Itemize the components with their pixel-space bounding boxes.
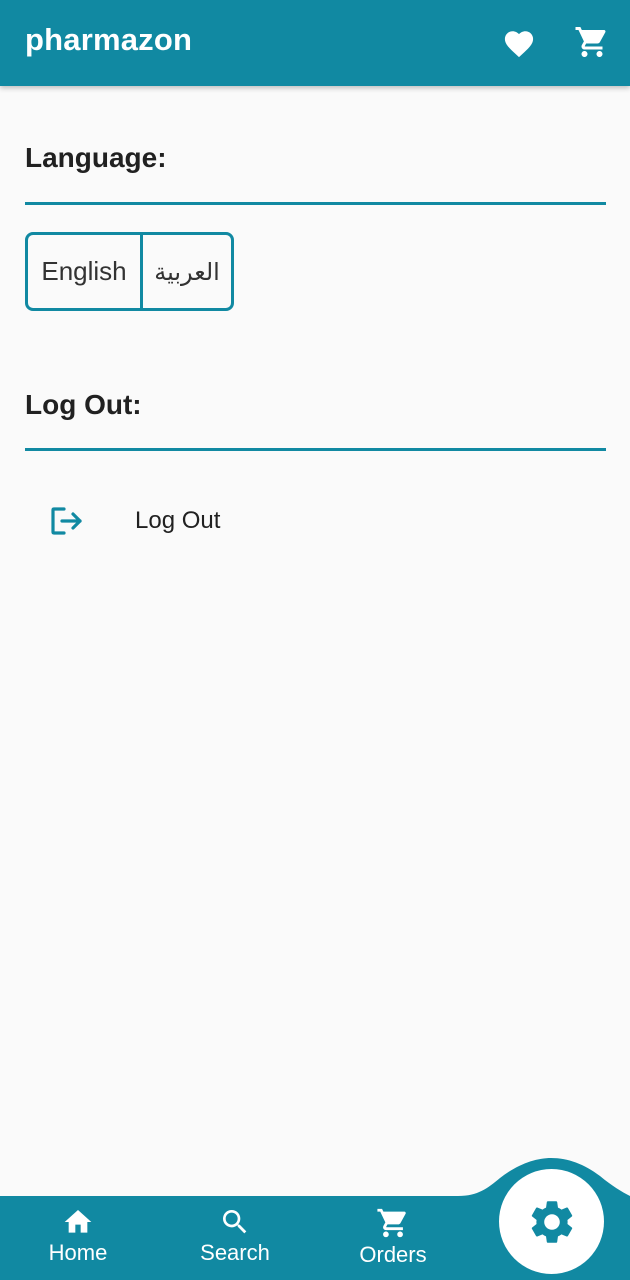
language-toggle: English العربية <box>25 232 234 311</box>
logout-divider <box>25 448 606 451</box>
nav-item-home[interactable]: Home <box>23 1206 133 1276</box>
heart-icon <box>504 30 534 57</box>
app-title: pharmazon <box>25 22 193 57</box>
nav-item-orders[interactable]: Orders <box>338 1206 448 1276</box>
nav-label-orders: Orders <box>359 1242 427 1267</box>
favorites-button[interactable] <box>499 22 539 62</box>
logout-icon <box>51 507 82 535</box>
app-bar: pharmazon <box>0 0 630 86</box>
nav-item-search[interactable]: Search <box>180 1206 290 1276</box>
cart-icon <box>377 1208 406 1238</box>
language-option-arabic[interactable]: العربية <box>143 235 231 308</box>
settings-screen: pharmazon Language: English العربية Log … <box>0 0 630 1280</box>
search-icon <box>223 1210 247 1234</box>
logout-section-title: Log Out: <box>25 389 142 420</box>
logout-label: Log Out <box>135 507 221 534</box>
settings-tab-button[interactable] <box>499 1169 604 1274</box>
logout-list-item[interactable]: Log Out <box>25 485 606 557</box>
nav-label-search: Search <box>200 1240 270 1265</box>
gear-icon <box>531 1200 572 1243</box>
home-icon <box>64 1210 92 1233</box>
language-section-title: Language: <box>25 142 167 173</box>
language-divider <box>25 202 606 205</box>
language-option-english[interactable]: English <box>28 235 143 308</box>
nav-label-home: Home <box>48 1240 108 1265</box>
shopping-cart-icon <box>575 27 606 57</box>
logout-icon-wrap <box>25 506 109 536</box>
cart-button[interactable] <box>572 22 612 62</box>
